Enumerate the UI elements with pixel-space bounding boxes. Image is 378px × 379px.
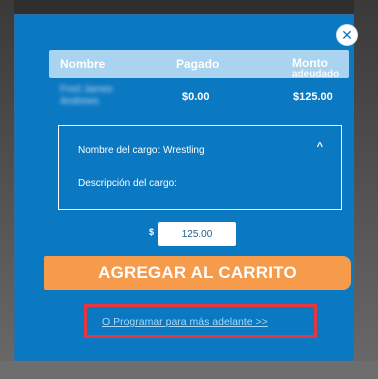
column-header-amount-label: Monto xyxy=(292,56,328,70)
payment-amount-input[interactable] xyxy=(158,222,236,246)
add-to-cart-button[interactable]: AGREGAR AL CARRITO xyxy=(44,256,351,290)
column-header-name: Nombre xyxy=(60,57,106,71)
currency-symbol: $ xyxy=(149,227,155,237)
column-header-amount-sub: adeudado xyxy=(292,69,340,78)
column-header-paid: Pagado xyxy=(176,57,220,71)
schedule-later-link[interactable]: O Programar para más adelante >> xyxy=(102,316,268,328)
backdrop-right xyxy=(354,0,378,379)
fees-table-header: Nombre Pagado Monto adeudado xyxy=(49,50,349,78)
charge-details-panel: Nombre del cargo: Wrestling Descripción … xyxy=(58,125,342,210)
charge-name-label: Nombre del cargo: Wrestling xyxy=(78,145,205,156)
charge-description-label: Descripción del cargo: xyxy=(78,178,177,189)
participant-name: Fred James Andrews xyxy=(60,84,113,107)
backdrop xyxy=(0,0,378,14)
backdrop-bottom xyxy=(0,361,378,379)
column-header-amount: Monto adeudado xyxy=(292,57,348,78)
backdrop-left xyxy=(0,0,14,379)
amount-due-value: $125.00 xyxy=(293,91,333,103)
chevron-up-icon[interactable]: ^ xyxy=(317,141,323,153)
close-icon[interactable]: ✕ xyxy=(337,25,357,45)
paid-value: $0.00 xyxy=(182,91,210,103)
